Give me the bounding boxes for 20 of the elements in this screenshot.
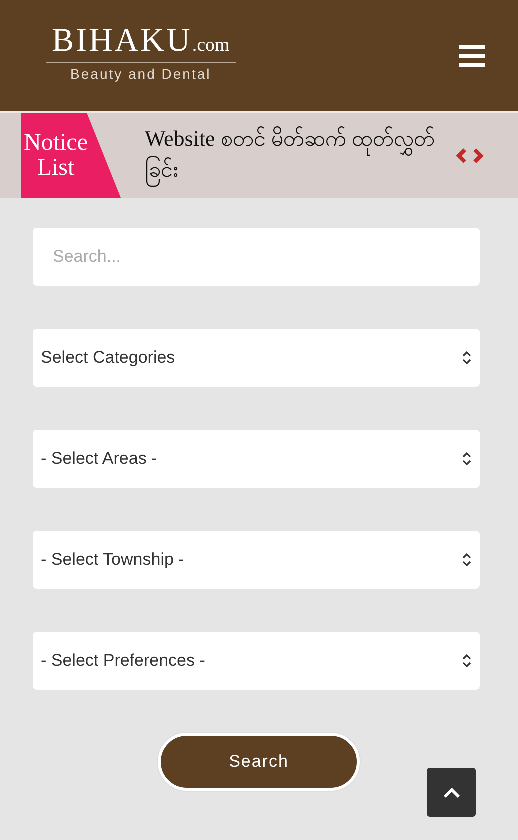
- sort-chevron-icon: [462, 553, 472, 567]
- select-dropdown[interactable]: Select Categories: [33, 329, 480, 387]
- select-dropdown[interactable]: - Select Preferences -: [33, 632, 480, 690]
- menu-icon[interactable]: [459, 44, 485, 66]
- back-to-top-button[interactable]: [427, 768, 476, 817]
- logo-domain: .com: [192, 35, 230, 57]
- next-icon[interactable]: [473, 148, 485, 164]
- notice-label: Notice List: [21, 113, 121, 198]
- search-button[interactable]: Search: [158, 733, 360, 791]
- logo-name: BIHAKU: [52, 23, 192, 60]
- notice-text[interactable]: Website စတင် မိတ်ဆက် ထုတ်လွှတ်ခြင်း: [145, 120, 435, 190]
- sort-chevron-icon: [462, 654, 472, 668]
- select-dropdown[interactable]: - Select Township -: [33, 531, 480, 589]
- sort-chevron-icon: [462, 452, 472, 466]
- select-dropdown[interactable]: - Select Areas -: [33, 430, 480, 488]
- search-field[interactable]: Search...: [33, 228, 480, 286]
- sort-chevron-icon: [462, 351, 472, 365]
- chevron-up-icon: [442, 786, 460, 798]
- logo-tagline: Beauty and Dental: [70, 66, 212, 82]
- previous-icon[interactable]: [455, 148, 467, 164]
